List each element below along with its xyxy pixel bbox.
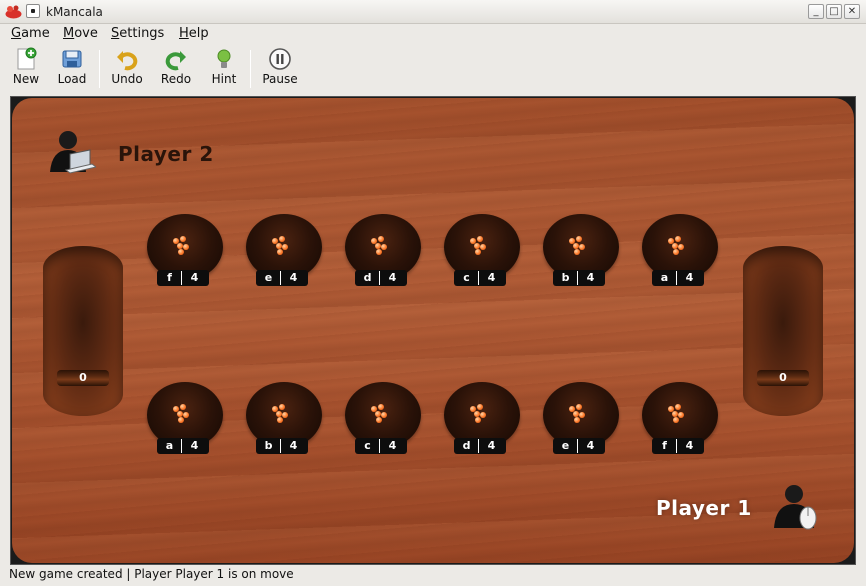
pit-bottom-e[interactable]: e4 xyxy=(543,382,619,454)
player1-name: Player 1 xyxy=(656,496,752,520)
menu-move[interactable]: Move xyxy=(63,26,98,41)
pit-top-a[interactable]: a4 xyxy=(642,214,718,286)
minimize-button[interactable]: _ xyxy=(808,4,824,19)
pit-label: e4 xyxy=(256,270,308,286)
window-menu-button[interactable] xyxy=(26,4,40,18)
status-bar: New game created | Player Player 1 is on… xyxy=(0,565,866,586)
pause-button[interactable]: Pause xyxy=(258,44,302,92)
status-text: New game created | Player Player 1 is on… xyxy=(9,567,294,581)
seed-cluster xyxy=(470,236,488,256)
seed-cluster xyxy=(272,404,290,424)
store-count: 0 xyxy=(757,370,809,386)
menu-game[interactable]: Game xyxy=(11,26,50,41)
seed-cluster xyxy=(668,236,686,256)
pit-bottom-a[interactable]: a4 xyxy=(147,382,223,454)
hint-button[interactable]: Hint xyxy=(204,44,244,92)
pit-top-c[interactable]: c4 xyxy=(444,214,520,286)
seed-cluster xyxy=(272,236,290,256)
pit-bottom-b[interactable]: b4 xyxy=(246,382,322,454)
seed-cluster xyxy=(470,404,488,424)
undo-button[interactable]: Undo xyxy=(107,44,147,92)
computer-player-icon xyxy=(50,131,96,174)
kmancala-app-icon[interactable] xyxy=(5,4,22,19)
load-button[interactable]: Load xyxy=(52,44,92,92)
seed-cluster xyxy=(668,404,686,424)
load-icon xyxy=(62,50,82,68)
pit-label: d4 xyxy=(454,438,506,454)
close-button[interactable]: ✕ xyxy=(844,4,860,19)
maximize-button[interactable]: □ xyxy=(826,4,842,19)
redo-icon xyxy=(165,51,186,71)
pit-label: f4 xyxy=(157,270,209,286)
pit-label: b4 xyxy=(256,438,308,454)
pit-label: c4 xyxy=(355,438,407,454)
menu-settings[interactable]: Settings xyxy=(111,26,164,41)
window-title: kMancala xyxy=(46,5,103,19)
pit-bottom-c[interactable]: c4 xyxy=(345,382,421,454)
pit-label: e4 xyxy=(553,438,605,454)
redo-button[interactable]: Redo xyxy=(156,44,196,92)
menu-help[interactable]: Help xyxy=(179,26,209,41)
seed-cluster xyxy=(173,404,191,424)
pit-top-e[interactable]: e4 xyxy=(246,214,322,286)
seed-cluster xyxy=(371,404,389,424)
undo-icon xyxy=(117,51,138,71)
pause-icon xyxy=(269,48,291,70)
seed-cluster xyxy=(173,236,191,256)
pit-label: b4 xyxy=(553,270,605,286)
pit-label: a4 xyxy=(652,270,704,286)
player1-store[interactable]: 0 xyxy=(743,246,823,416)
seed-cluster xyxy=(569,404,587,424)
player2-store[interactable]: 0 xyxy=(43,246,123,416)
new-button[interactable]: New xyxy=(6,44,46,92)
player2-name: Player 2 xyxy=(118,142,214,166)
pit-label: a4 xyxy=(157,438,209,454)
mancala-board: Player 2 Player 1 0 0 f4 e4 d4 c4 b4 a4 xyxy=(12,98,854,563)
pit-label: d4 xyxy=(355,270,407,286)
seed-cluster xyxy=(371,236,389,256)
title-bar: kMancala _ □ ✕ xyxy=(0,0,866,24)
pit-top-d[interactable]: d4 xyxy=(345,214,421,286)
menu-bar: Game Move Settings Help xyxy=(0,24,866,44)
human-player-icon xyxy=(774,485,817,530)
pit-bottom-d[interactable]: d4 xyxy=(444,382,520,454)
pit-top-f[interactable]: f4 xyxy=(147,214,223,286)
pit-label: f4 xyxy=(652,438,704,454)
new-document-icon xyxy=(17,47,37,70)
store-count: 0 xyxy=(57,370,109,386)
toolbar-separator xyxy=(99,50,100,88)
pit-top-b[interactable]: b4 xyxy=(543,214,619,286)
pit-bottom-f[interactable]: f4 xyxy=(642,382,718,454)
pit-label: c4 xyxy=(454,270,506,286)
seed-cluster xyxy=(569,236,587,256)
toolbar-separator xyxy=(250,50,251,88)
lightbulb-icon xyxy=(217,49,231,68)
toolbar: New Load Undo Redo Hint Pause xyxy=(0,44,866,94)
